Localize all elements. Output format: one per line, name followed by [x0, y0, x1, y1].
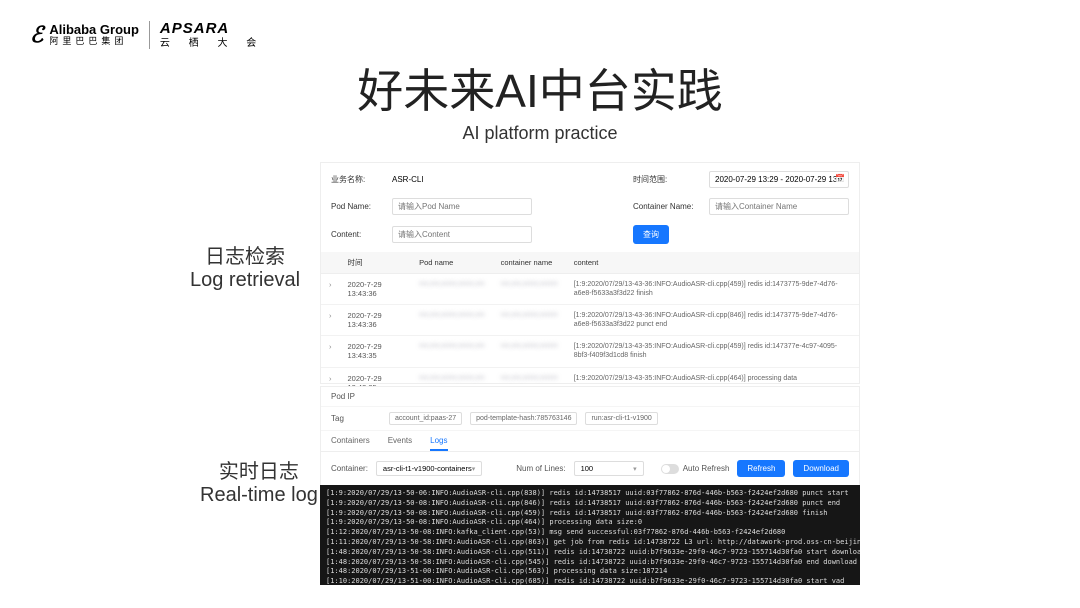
- chevron-down-icon: ▾: [633, 465, 637, 473]
- alibaba-logo: ℰ Alibaba Group 阿里巴巴集团: [30, 22, 139, 48]
- alibaba-zh: 阿里巴巴集团: [49, 37, 139, 47]
- cell-pod: ***-***-*****-*****-***: [411, 305, 492, 336]
- cell-container: ***-***-*****-******: [493, 305, 566, 336]
- biz-name-value: ASR-CLI: [392, 175, 532, 184]
- console-line: [1:48:2020/07/29/13-51-00:INFO:AudioASR-…: [326, 567, 854, 577]
- table-row[interactable]: ›2020-7-29 13:43:36***-***-*****-*****-*…: [321, 305, 859, 336]
- tag-pill: account_id:paas-27: [389, 412, 462, 425]
- tab-logs[interactable]: Logs: [430, 436, 447, 451]
- console-line: [1:9:2020/07/29/13-50-06:INFO:AudioASR-c…: [326, 489, 854, 499]
- realtime-log-console[interactable]: [1:9:2020/07/29/13-50-06:INFO:AudioASR-c…: [320, 485, 860, 585]
- console-line: [1:9:2020/07/29/13-50-08:INFO:AudioASR-c…: [326, 499, 854, 509]
- numlines-label: Num of Lines:: [516, 464, 565, 473]
- container-name-label: Container Name:: [633, 202, 703, 211]
- cell-pod: ***-***-*****-*****-***: [411, 274, 492, 305]
- col-container: container name: [493, 252, 566, 274]
- time-range-label: 时间范围:: [633, 174, 703, 185]
- calendar-icon[interactable]: 📅: [835, 174, 845, 183]
- console-line: [1:12:2020/07/29/13-50-08:INFO:kafka_cli…: [326, 528, 854, 538]
- apsara-logo: APSARA 云 栖 大 会: [160, 20, 264, 50]
- container-select[interactable]: asr-cli-t1-v1900-containers ▾: [376, 461, 482, 476]
- console-line: [1:48:2020/07/29/13-50-58:INFO:AudioASR-…: [326, 558, 854, 568]
- col-pod: Pod name: [411, 252, 492, 274]
- pod-name-input[interactable]: [392, 198, 532, 215]
- cell-container: ***-***-*****-******: [493, 336, 566, 367]
- expand-row-icon[interactable]: ›: [321, 274, 340, 305]
- pod-name-label: Pod Name:: [331, 202, 386, 211]
- cell-content: [1:9:2020/07/29/13-43-35:INFO:AudioASR-c…: [566, 336, 859, 367]
- cell-time: 2020-7-29 13:43:36: [340, 274, 412, 305]
- apsara-en: APSARA: [160, 20, 264, 38]
- content-label: Content:: [331, 230, 386, 239]
- tab-events[interactable]: Events: [388, 436, 412, 451]
- console-line: [1:10:2020/07/29/13-51-00:INFO:AudioASR-…: [326, 577, 854, 585]
- col-content: content: [566, 252, 859, 274]
- logo-block: ℰ Alibaba Group 阿里巴巴集团 APSARA 云 栖 大 会: [30, 20, 264, 50]
- chevron-down-icon: ▾: [472, 465, 476, 473]
- slide-title-block: 好未来AI中台实践 AI platform practice: [0, 55, 1080, 144]
- detail-tabs: Containers Events Logs: [321, 431, 859, 452]
- pod-detail-panel: Pod IP Tag account_id:paas-27 pod-templa…: [320, 386, 860, 486]
- content-input[interactable]: [392, 226, 532, 243]
- tab-containers[interactable]: Containers: [331, 436, 370, 451]
- section-label-realtime: 实时日志 Real-time log: [200, 455, 318, 507]
- podip-label: Pod IP: [331, 392, 381, 401]
- log-retrieval-panel: 业务名称: ASR-CLI 时间范围: 📅 Pod Name: Containe…: [320, 162, 860, 384]
- cell-content: [1:9:2020/07/29/13-43-36:INFO:AudioASR-c…: [566, 274, 859, 305]
- time-range-input[interactable]: [709, 171, 849, 188]
- toggle-switch-icon: [661, 464, 679, 474]
- container-select-label: Container:: [331, 464, 368, 473]
- biz-name-label: 业务名称:: [331, 174, 386, 185]
- slide-subtitle: AI platform practice: [0, 123, 1080, 144]
- cell-content: [1:9:2020/07/29/13-43-36:INFO:AudioASR-c…: [566, 305, 859, 336]
- autorefresh-toggle[interactable]: Auto Refresh: [661, 464, 730, 474]
- slide-title: 好未来AI中台实践: [0, 55, 1080, 121]
- tag-pill: pod-template-hash:785763146: [470, 412, 577, 425]
- console-line: [1:48:2020/07/29/13-50-58:INFO:AudioASR-…: [326, 548, 854, 558]
- expand-row-icon[interactable]: ›: [321, 336, 340, 367]
- tag-pill: run:asr-cli-t1-v1900: [585, 412, 657, 425]
- refresh-button[interactable]: Refresh: [737, 460, 785, 477]
- cell-time: 2020-7-29 13:43:35: [340, 336, 412, 367]
- tag-label: Tag: [331, 414, 381, 423]
- section-label-retrieval: 日志检索 Log retrieval: [190, 240, 300, 292]
- cell-pod: ***-***-*****-*****-***: [411, 336, 492, 367]
- table-row[interactable]: ›2020-7-29 13:43:36***-***-*****-*****-*…: [321, 274, 859, 305]
- col-time: 时间: [340, 252, 412, 274]
- console-line: [1:9:2020/07/29/13-50-08:INFO:AudioASR-c…: [326, 518, 854, 528]
- logo-separator: [149, 21, 150, 49]
- apsara-cn: 云 栖 大 会: [160, 38, 264, 50]
- table-row[interactable]: ›2020-7-29 13:43:35***-***-*****-*****-*…: [321, 336, 859, 367]
- console-line: [1:11:2020/07/29/13-50-58:INFO:AudioASR-…: [326, 538, 854, 548]
- container-name-input[interactable]: [709, 198, 849, 215]
- download-button[interactable]: Download: [793, 460, 849, 477]
- log-results-table: 时间 Pod name container name content ›2020…: [321, 252, 859, 399]
- expand-row-icon[interactable]: ›: [321, 305, 340, 336]
- numlines-select[interactable]: 100 ▾: [574, 461, 644, 476]
- console-line: [1:9:2020/07/29/13-50-08:INFO:AudioASR-c…: [326, 509, 854, 519]
- cell-container: ***-***-*****-******: [493, 274, 566, 305]
- search-button[interactable]: 查询: [633, 225, 669, 244]
- cell-time: 2020-7-29 13:43:36: [340, 305, 412, 336]
- alibaba-swoosh-icon: ℰ: [30, 22, 43, 48]
